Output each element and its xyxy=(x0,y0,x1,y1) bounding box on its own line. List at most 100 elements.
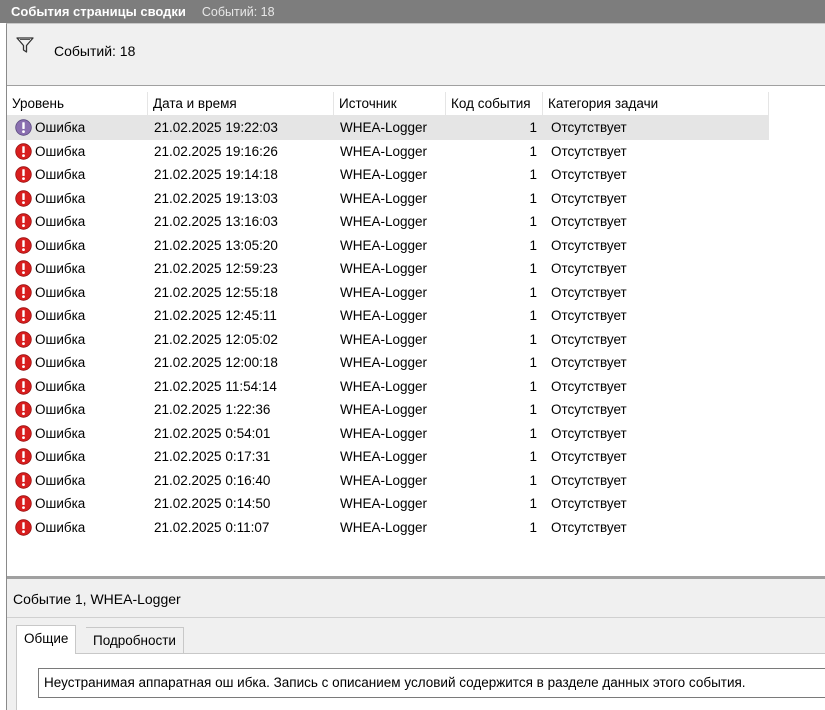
table-header: Уровень Дата и время Источник Код событи… xyxy=(7,92,769,116)
cell-level: Ошибка xyxy=(35,237,86,253)
table-row[interactable]: Ошибка 21.02.2025 19:22:03 WHEA-Logger 1 Отс… xyxy=(7,116,769,140)
table-row[interactable]: Ошибка 21.02.2025 12:45:11 WHEA-Logger 1 Отс… xyxy=(7,304,769,328)
cell-datetime: 21.02.2025 0:17:31 xyxy=(154,449,271,464)
cell-datetime: 21.02.2025 12:55:18 xyxy=(154,284,278,300)
cell-source: WHEA-Logger xyxy=(340,472,428,488)
cell-level: Ошибка xyxy=(35,472,86,488)
cell-source: WHEA-Logger xyxy=(340,261,428,276)
cell-task-category: Отсутствует xyxy=(551,355,627,370)
cell-event-code: 1 xyxy=(529,496,537,511)
table-row[interactable]: Ошибка 21.02.2025 0:54:01 WHEA-Logger 1 Отсу… xyxy=(7,422,769,446)
column-header-source[interactable]: Источник xyxy=(334,92,446,116)
cell-source: WHEA-Logger xyxy=(340,214,428,229)
tab-details[interactable]: Подробности xyxy=(86,627,184,654)
cell-source: WHEA-Logger xyxy=(340,190,428,206)
error-icon xyxy=(15,424,32,442)
events-table: Уровень Дата и время Источник Код событи… xyxy=(7,86,825,576)
column-header-level[interactable]: Уровень xyxy=(7,92,148,116)
cell-source: WHEA-Logger xyxy=(340,402,428,417)
column-header-task-category[interactable]: Категория задачи xyxy=(543,92,769,116)
cell-task-category: Отсутствует xyxy=(551,167,627,182)
error-icon xyxy=(15,236,32,254)
table-row[interactable]: Ошибка 21.02.2025 0:17:31 WHEA-Logger 1 Отсу… xyxy=(7,445,769,469)
tab-panel-general: Неустранимая аппаратная ош ибка. Запись … xyxy=(16,653,825,710)
cell-event-code: 1 xyxy=(529,120,537,135)
error-icon xyxy=(15,119,32,136)
cell-level: Ошибка xyxy=(35,449,86,464)
event-description-box[interactable]: Неустранимая аппаратная ош ибка. Запись … xyxy=(38,668,825,698)
cell-event-code: 1 xyxy=(529,167,537,182)
cell-source: WHEA-Logger xyxy=(340,355,428,370)
table-row[interactable]: Ошибка 21.02.2025 12:59:23 WHEA-Logger 1 Отс… xyxy=(7,257,769,281)
error-icon xyxy=(15,142,32,160)
filter-icon[interactable] xyxy=(16,37,34,53)
event-detail-title: Событие 1, WHEA-Logger xyxy=(13,591,181,607)
error-icon xyxy=(15,283,32,301)
cell-task-category: Отсутствует xyxy=(551,496,627,511)
cell-task-category: Отсутствует xyxy=(551,519,627,535)
table-row[interactable]: Ошибка 21.02.2025 19:16:26 WHEA-Logger 1 Отс… xyxy=(7,140,769,164)
cell-source: WHEA-Logger xyxy=(340,449,428,464)
table-row[interactable]: Ошибка 21.02.2025 0:16:40 WHEA-Logger 1 Отсу… xyxy=(7,469,769,493)
tab-general[interactable]: Общие xyxy=(16,625,77,654)
error-icon xyxy=(15,401,32,418)
error-icon xyxy=(15,189,32,207)
cell-source: WHEA-Logger xyxy=(340,519,428,535)
cell-task-category: Отсутствует xyxy=(551,378,627,394)
cell-source: WHEA-Logger xyxy=(340,284,428,300)
cell-datetime: 21.02.2025 19:14:18 xyxy=(154,167,278,182)
cell-level: Ошибка xyxy=(35,308,86,323)
cell-datetime: 21.02.2025 1:22:36 xyxy=(154,402,271,417)
table-row[interactable]: Ошибка 21.02.2025 19:13:03 WHEA-Logger 1 Отс… xyxy=(7,187,769,211)
cell-level: Ошибка xyxy=(35,261,86,276)
table-body: Ошибка 21.02.2025 19:22:03 WHEA-Logger 1 Отс… xyxy=(7,116,825,539)
cell-event-code: 1 xyxy=(529,237,537,253)
filter-bar: Событий: 18 xyxy=(7,24,825,86)
event-detail-pane: Событие 1, WHEA-Logger Общие Подробности… xyxy=(7,579,825,710)
cell-event-code: 1 xyxy=(529,425,537,441)
table-row[interactable]: Ошибка 21.02.2025 13:05:20 WHEA-Logger 1 Отс… xyxy=(7,234,769,258)
cell-level: Ошибка xyxy=(35,425,86,441)
column-header-datetime[interactable]: Дата и время xyxy=(148,92,334,116)
cell-level: Ошибка xyxy=(35,120,86,135)
error-icon xyxy=(15,330,32,348)
error-icon xyxy=(15,495,32,512)
cell-source: WHEA-Logger xyxy=(340,496,428,511)
table-row[interactable]: Ошибка 21.02.2025 19:14:18 WHEA-Logger 1 Отс… xyxy=(7,163,769,187)
cell-datetime: 21.02.2025 0:54:01 xyxy=(154,425,271,441)
cell-event-code: 1 xyxy=(529,331,537,347)
cell-task-category: Отсутствует xyxy=(551,214,627,229)
table-row[interactable]: Ошибка 21.02.2025 1:22:36 WHEA-Logger 1 Отсу… xyxy=(7,398,769,422)
cell-source: WHEA-Logger xyxy=(340,143,428,159)
column-header-event-code[interactable]: Код события xyxy=(446,92,543,116)
cell-source: WHEA-Logger xyxy=(340,378,428,394)
cell-datetime: 21.02.2025 0:14:50 xyxy=(154,496,271,511)
cell-source: WHEA-Logger xyxy=(340,308,428,323)
table-row[interactable]: Ошибка 21.02.2025 0:14:50 WHEA-Logger 1 Отсу… xyxy=(7,492,769,516)
table-row[interactable]: Ошибка 21.02.2025 12:55:18 WHEA-Logger 1 Отс… xyxy=(7,281,769,305)
cell-level: Ошибка xyxy=(35,143,86,159)
cell-task-category: Отсутствует xyxy=(551,402,627,417)
cell-level: Ошибка xyxy=(35,519,86,535)
cell-source: WHEA-Logger xyxy=(340,167,428,182)
table-row[interactable]: Ошибка 21.02.2025 0:11:07 WHEA-Logger 1 Отсу… xyxy=(7,516,769,540)
error-icon xyxy=(15,166,32,183)
cell-datetime: 21.02.2025 12:00:18 xyxy=(154,355,278,370)
error-icon xyxy=(15,260,32,277)
table-row[interactable]: Ошибка 21.02.2025 12:00:18 WHEA-Logger 1 Отс… xyxy=(7,351,769,375)
cell-event-code: 1 xyxy=(529,214,537,229)
cell-event-code: 1 xyxy=(529,261,537,276)
cell-source: WHEA-Logger xyxy=(340,120,428,135)
cell-event-code: 1 xyxy=(529,402,537,417)
cell-level: Ошибка xyxy=(35,214,86,229)
table-row[interactable]: Ошибка 21.02.2025 12:05:02 WHEA-Logger 1 Отс… xyxy=(7,328,769,352)
divider xyxy=(7,617,825,618)
cell-level: Ошибка xyxy=(35,355,86,370)
cell-task-category: Отсутствует xyxy=(551,284,627,300)
cell-datetime: 21.02.2025 11:54:14 xyxy=(154,378,277,394)
window-titlebar: События страницы сводки Событий: 18 xyxy=(0,0,825,23)
table-row[interactable]: Ошибка 21.02.2025 11:54:14 WHEA-Logger 1 Отс… xyxy=(7,375,769,399)
table-row[interactable]: Ошибка 21.02.2025 13:16:03 WHEA-Logger 1 Отс… xyxy=(7,210,769,234)
cell-datetime: 21.02.2025 13:16:03 xyxy=(154,214,278,229)
cell-datetime: 21.02.2025 12:45:11 xyxy=(154,308,277,323)
